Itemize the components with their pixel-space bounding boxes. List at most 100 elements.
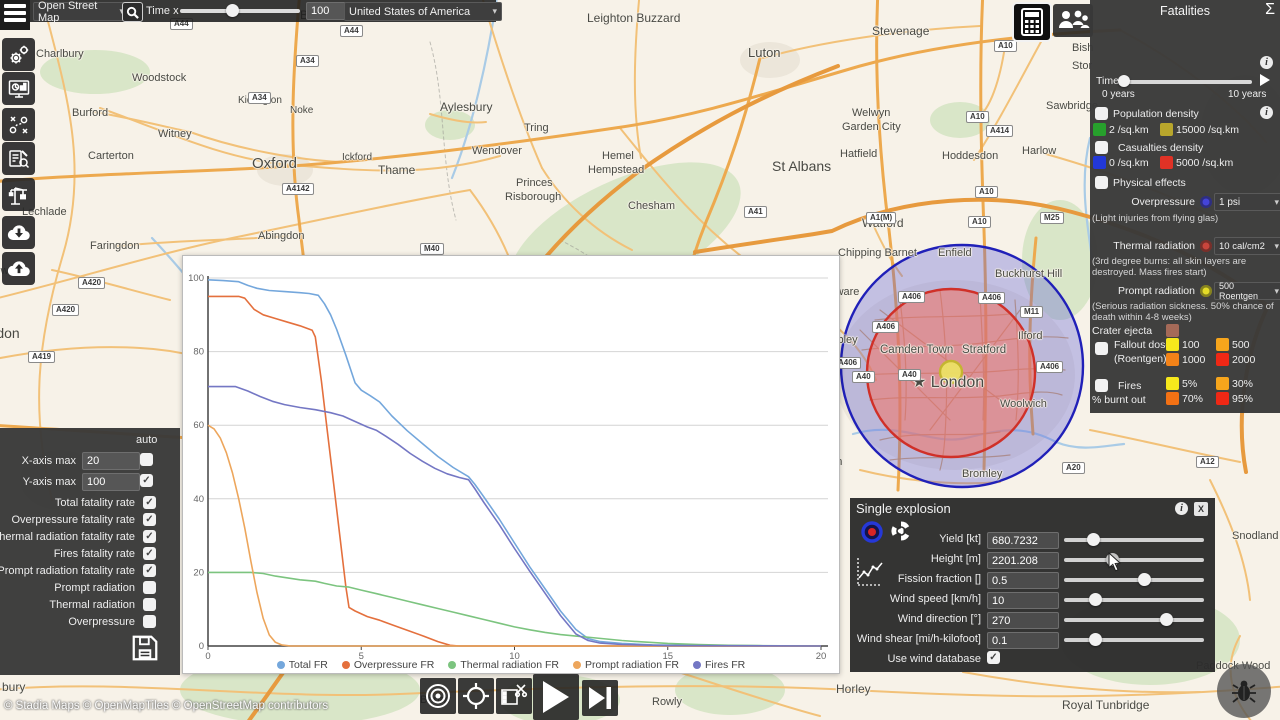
- overpressure-label: Overpressure: [1131, 196, 1195, 208]
- mouse-cursor: [1108, 551, 1124, 577]
- play-time-icon[interactable]: [1260, 74, 1270, 86]
- skip-end-button[interactable]: [582, 680, 618, 716]
- param-slider[interactable]: [1064, 573, 1204, 586]
- legend-item[interactable]: Overpressure FR: [341, 659, 434, 671]
- y-axis-max-input[interactable]: 100: [82, 473, 140, 491]
- fallout-value: 1000: [1182, 354, 1206, 366]
- slider-thumb[interactable]: [1137, 573, 1151, 586]
- series-toggle-list: Total fatality rate Overpressure fatality…: [0, 494, 180, 630]
- calculator-button[interactable]: [1012, 2, 1052, 42]
- fallout-checkbox[interactable]: [1095, 342, 1108, 355]
- legend-dot: [276, 661, 285, 669]
- series-toggle-checkbox[interactable]: [143, 496, 156, 509]
- fires-checkbox[interactable]: [1095, 379, 1108, 392]
- slider-thumb[interactable]: [1088, 633, 1102, 646]
- overpressure-select[interactable]: 1 psi: [1214, 193, 1280, 211]
- country-select[interactable]: United States of America: [344, 2, 502, 21]
- population-group-icon: [1059, 10, 1090, 28]
- prompt-select[interactable]: 500 Roentgen: [1214, 281, 1280, 301]
- param-slider[interactable]: [1064, 633, 1204, 646]
- physical-effects-checkbox[interactable]: [1095, 176, 1108, 189]
- play-button[interactable]: [533, 674, 579, 720]
- locate-button[interactable]: [458, 678, 494, 714]
- time-multiplier-slider[interactable]: [180, 4, 300, 17]
- report-bug-button[interactable]: [1217, 664, 1271, 718]
- record-target-button[interactable]: [420, 678, 456, 714]
- time-multiplier-value[interactable]: 100: [306, 2, 346, 20]
- cloud-download-icon: [7, 224, 30, 240]
- thermal-select[interactable]: 10 cal/cm2: [1214, 237, 1280, 255]
- param-value-input[interactable]: 2201.208: [987, 552, 1059, 569]
- slider-thumb[interactable]: [225, 4, 239, 17]
- map-attribution[interactable]: © Stadia Maps © OpenMapTiles © OpenStree…: [4, 700, 328, 712]
- casualties-density-checkbox[interactable]: [1095, 141, 1108, 154]
- param-slider[interactable]: [1064, 533, 1204, 546]
- svg-text:20: 20: [193, 567, 204, 578]
- map-style-select[interactable]: Open Street Map: [33, 0, 129, 24]
- series-toggle-label: Thermal radiation: [49, 598, 135, 611]
- download-button[interactable]: [2, 216, 35, 249]
- chart-legend: Total FR Overpressure FR Thermal radiation…: [183, 659, 839, 671]
- crater-swatch: [1166, 324, 1179, 337]
- fatalities-panel: Fatalities Σ i Time 0 years 10 years Pop…: [1090, 0, 1280, 413]
- param-slider[interactable]: [1064, 593, 1204, 606]
- strategy-button[interactable]: [2, 108, 35, 141]
- info-icon[interactable]: i: [1260, 56, 1273, 69]
- slider-thumb[interactable]: [1087, 533, 1101, 546]
- save-plot-button[interactable]: [130, 633, 160, 666]
- param-value-input[interactable]: 10: [987, 592, 1059, 609]
- wind-db-checkbox[interactable]: [987, 651, 1000, 664]
- population-button[interactable]: [1053, 4, 1093, 37]
- settings-gears-button[interactable]: [2, 38, 35, 71]
- info-icon[interactable]: i: [1175, 502, 1188, 515]
- series-toggle-checkbox[interactable]: [143, 564, 156, 577]
- search-button[interactable]: [122, 2, 143, 22]
- construction-button[interactable]: [2, 178, 35, 211]
- sigma-icon[interactable]: Σ: [1265, 1, 1275, 19]
- dashboard-button[interactable]: [2, 72, 35, 105]
- series-toggle-checkbox[interactable]: [143, 615, 156, 628]
- fatalities-time-slider[interactable]: [1117, 75, 1252, 87]
- param-value-input[interactable]: 0.1: [987, 632, 1059, 649]
- legend-item[interactable]: Total FR: [276, 659, 328, 671]
- slider-thumb[interactable]: [1088, 593, 1102, 606]
- series-toggle-checkbox[interactable]: [143, 581, 156, 594]
- menu-button[interactable]: [0, 0, 30, 30]
- legend-dot: [341, 661, 350, 669]
- legend-item[interactable]: Fires FR: [692, 659, 745, 671]
- series-toggle-checkbox[interactable]: [143, 513, 156, 526]
- explosion-param-row: Height [m] 2201.208: [850, 552, 1215, 569]
- param-slider[interactable]: [1064, 553, 1204, 566]
- param-value-input[interactable]: 680.7232: [987, 532, 1059, 549]
- y-axis-auto-checkbox[interactable]: [140, 474, 153, 487]
- prompt-indicator[interactable]: [1200, 285, 1212, 297]
- blast-core-marker[interactable]: [938, 359, 964, 385]
- close-icon[interactable]: X: [1194, 502, 1208, 516]
- param-slider[interactable]: [1064, 613, 1204, 626]
- slider-thumb[interactable]: [1160, 613, 1174, 626]
- thermal-indicator[interactable]: [1200, 240, 1212, 252]
- param-value-input[interactable]: 0.5: [987, 572, 1059, 589]
- series-toggle-checkbox[interactable]: [143, 530, 156, 543]
- save-floppy-icon: [132, 635, 158, 661]
- search-icon: [126, 6, 139, 19]
- x-axis-auto-checkbox[interactable]: [140, 453, 153, 466]
- prompt-value: 500 Roentgen: [1219, 281, 1259, 301]
- population-density-checkbox[interactable]: [1095, 107, 1108, 120]
- series-toggle-checkbox[interactable]: [143, 598, 156, 611]
- param-value-input[interactable]: 270: [987, 612, 1059, 629]
- info-icon[interactable]: i: [1260, 106, 1273, 119]
- legend-item[interactable]: Prompt radiation FR: [573, 659, 679, 671]
- film-clip-button[interactable]: [496, 678, 532, 714]
- time-max-label: 10 years: [1228, 89, 1267, 100]
- survey-button[interactable]: [2, 142, 35, 175]
- overpressure-indicator[interactable]: [1200, 196, 1212, 208]
- svg-text:40: 40: [193, 494, 204, 505]
- series-toggle-checkbox[interactable]: [143, 547, 156, 560]
- thermal-label: Thermal radiation: [1113, 240, 1195, 252]
- upload-button[interactable]: [2, 252, 35, 285]
- slider-thumb[interactable]: [1117, 75, 1130, 87]
- fallout-swatch: [1216, 338, 1229, 351]
- legend-item[interactable]: Thermal radiation FR: [448, 659, 559, 671]
- x-axis-max-input[interactable]: 20: [82, 452, 140, 470]
